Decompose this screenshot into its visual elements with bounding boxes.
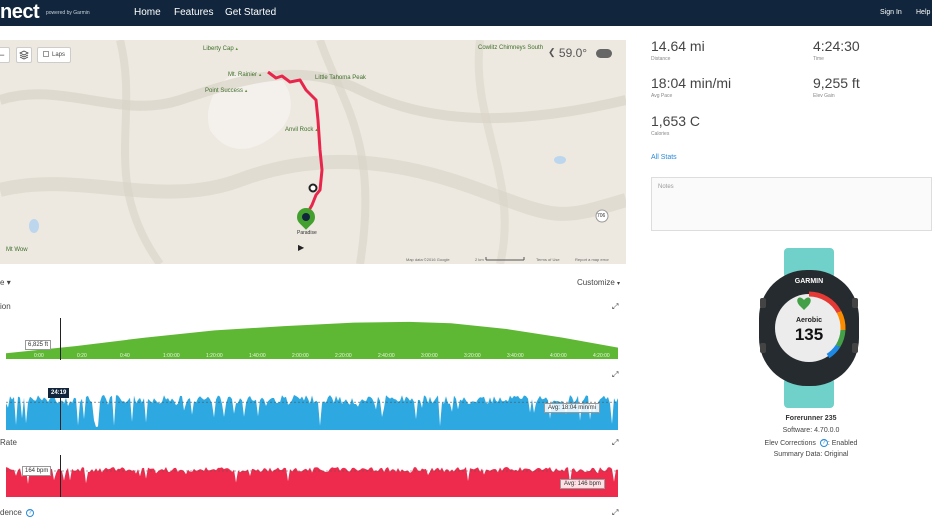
top-nav-bar: nect powered by Garmin Home Features Get… (0, 0, 932, 26)
laps-label: Laps (52, 52, 66, 58)
nav-home[interactable]: Home (134, 7, 161, 18)
time-tick-label: 1:00:00 (163, 353, 180, 359)
logo[interactable]: nect (0, 0, 40, 24)
elevation-area (6, 321, 618, 359)
play-icon[interactable]: ▶ (298, 243, 304, 252)
laps-checkbox[interactable] (43, 51, 49, 58)
distance-label: Distance (651, 56, 671, 62)
pace-chart[interactable] (0, 385, 620, 430)
elev-gain-label: Elev Gain (813, 93, 835, 99)
device-software: Software: 4.70.0.0 (782, 427, 840, 434)
summary-data: Summary Data: Original (773, 451, 849, 458)
zoom-out-button[interactable]: − (0, 47, 10, 63)
time-tick-label: 3:20:00 (464, 353, 481, 359)
time-tick-label: 0:00 (34, 353, 44, 359)
cadence-chart-title: dence ? (0, 508, 35, 517)
heart-rate-callout: 164 bpm (22, 466, 52, 476)
chart-selector-label[interactable]: e ▾ (0, 278, 11, 287)
customize-dropdown[interactable]: Customize ▾ (577, 278, 620, 287)
elevation-chart[interactable]: 0:00 0:20 0:40 1:00:00 1:20:00 1:40:00 2:00:00… (0, 316, 620, 360)
time-label: Time (813, 56, 824, 62)
help-icon[interactable]: ? (819, 439, 828, 447)
svg-text:GARMIN: GARMIN (795, 278, 823, 285)
map-data-credit: Map data ©2016 Google (406, 257, 450, 262)
map-scale: 2 km (475, 257, 525, 262)
svg-text:Aerobic: Aerobic (796, 317, 822, 324)
all-stats-link[interactable]: All Stats (651, 154, 677, 161)
time-value: 4:24:30 (813, 38, 860, 54)
time-tick-label: 2:40:00 (378, 353, 395, 359)
time-tick-label: 3:40:00 (507, 353, 524, 359)
nav-features[interactable]: Features (174, 7, 213, 18)
report-map-error-link[interactable]: Report a map error (575, 257, 609, 262)
time-tick-label: 1:20:00 (206, 353, 223, 359)
pace-callout: 24:19 (48, 388, 70, 398)
time-tick-label: 4:20:00 (593, 353, 610, 359)
cloud-icon (596, 49, 612, 58)
chart-cursor (60, 455, 61, 497)
layers-button[interactable] (16, 47, 32, 63)
sign-in-link[interactable]: Sign In (880, 9, 902, 16)
calories-label: Calories (651, 131, 670, 137)
expand-icon[interactable]: ⤢ (612, 438, 618, 448)
activity-map[interactable]: Liberty Cap Mt. Rainier Point Success Li… (0, 40, 626, 264)
terms-of-use-link[interactable]: Terms of Use (536, 257, 560, 262)
nav-get-started[interactable]: Get Started (225, 7, 276, 18)
elevation-callout: 6,825 ft (25, 340, 52, 350)
caret-down-icon: ▾ (6, 278, 11, 287)
elev-gain-value: 9,255 ft (813, 75, 860, 91)
forerunner-watch-image: GARMIN Aerobic 135 (759, 248, 859, 408)
help-icon[interactable]: ? (26, 508, 35, 517)
laps-toggle[interactable]: Laps (37, 47, 72, 63)
avg-pace-value: 18:04 min/mi (651, 75, 732, 91)
time-tick-label: 0:40 (120, 353, 130, 359)
logo-subtitle: powered by Garmin (46, 10, 90, 16)
elev-corrections: Elev Corrections ?: Enabled (764, 439, 858, 447)
map-label-little-tahoma: Little Tahoma Peak (315, 75, 366, 81)
map-label-paradise: Paradise (297, 230, 317, 236)
expand-icon[interactable]: ⤢ (612, 508, 618, 518)
heart-rate-average-tag: Avg: 146 bpm (560, 479, 605, 489)
calories-value: 1,653 C (651, 113, 701, 129)
caret-down-icon: ▾ (617, 281, 621, 287)
temperature-value: 59.0° (558, 46, 588, 60)
distance-value: 14.64 mi (651, 38, 705, 54)
notes-field[interactable]: Notes (651, 177, 932, 231)
chart-cursor (60, 318, 61, 360)
time-tick-label: 4:00:00 (550, 353, 567, 359)
map-label-mt-rainier: Mt. Rainier (228, 71, 262, 79)
pace-average-tag: Avg: 18:04 min/mi (544, 403, 600, 413)
time-tick-label: 2:20:00 (335, 353, 352, 359)
time-tick-label: 0:20 (77, 353, 87, 359)
heart-rate-chart-title: Rate (0, 438, 17, 447)
device-name: Forerunner 235 (785, 415, 837, 422)
elevation-chart-title: ion (0, 302, 11, 311)
map-label-road: 706 (597, 213, 606, 219)
help-link[interactable]: Help (916, 9, 930, 16)
weather-temperature: ❮ 59.0° (548, 46, 587, 60)
notes-label: Notes (658, 184, 674, 190)
map-label-mt-wow: Mt Wow (6, 247, 28, 253)
expand-icon[interactable]: ⤢ (612, 370, 618, 380)
map-label-anvil-rock: Anvil Rock (285, 126, 318, 134)
heart-rate-area (6, 467, 618, 497)
svg-text:135: 135 (795, 325, 823, 344)
map-label-liberty-cap: Liberty Cap (203, 45, 239, 53)
time-tick-label: 1:40:00 (249, 353, 266, 359)
pace-area (6, 395, 618, 430)
expand-icon[interactable]: ⤢ (612, 302, 618, 312)
chevron-left-icon[interactable]: ❮ (548, 47, 556, 57)
time-tick-label: 3:00:00 (421, 353, 438, 359)
map-scale-bar (485, 257, 525, 261)
map-label-point-success: Point Success (205, 87, 248, 95)
heart-rate-chart[interactable] (0, 455, 620, 497)
map-label-cowlitz: Cowlitz Chimneys South (478, 45, 544, 51)
time-tick-label: 2:00:00 (292, 353, 309, 359)
layers-icon (19, 50, 29, 60)
avg-pace-label: Avg Pace (651, 93, 673, 99)
